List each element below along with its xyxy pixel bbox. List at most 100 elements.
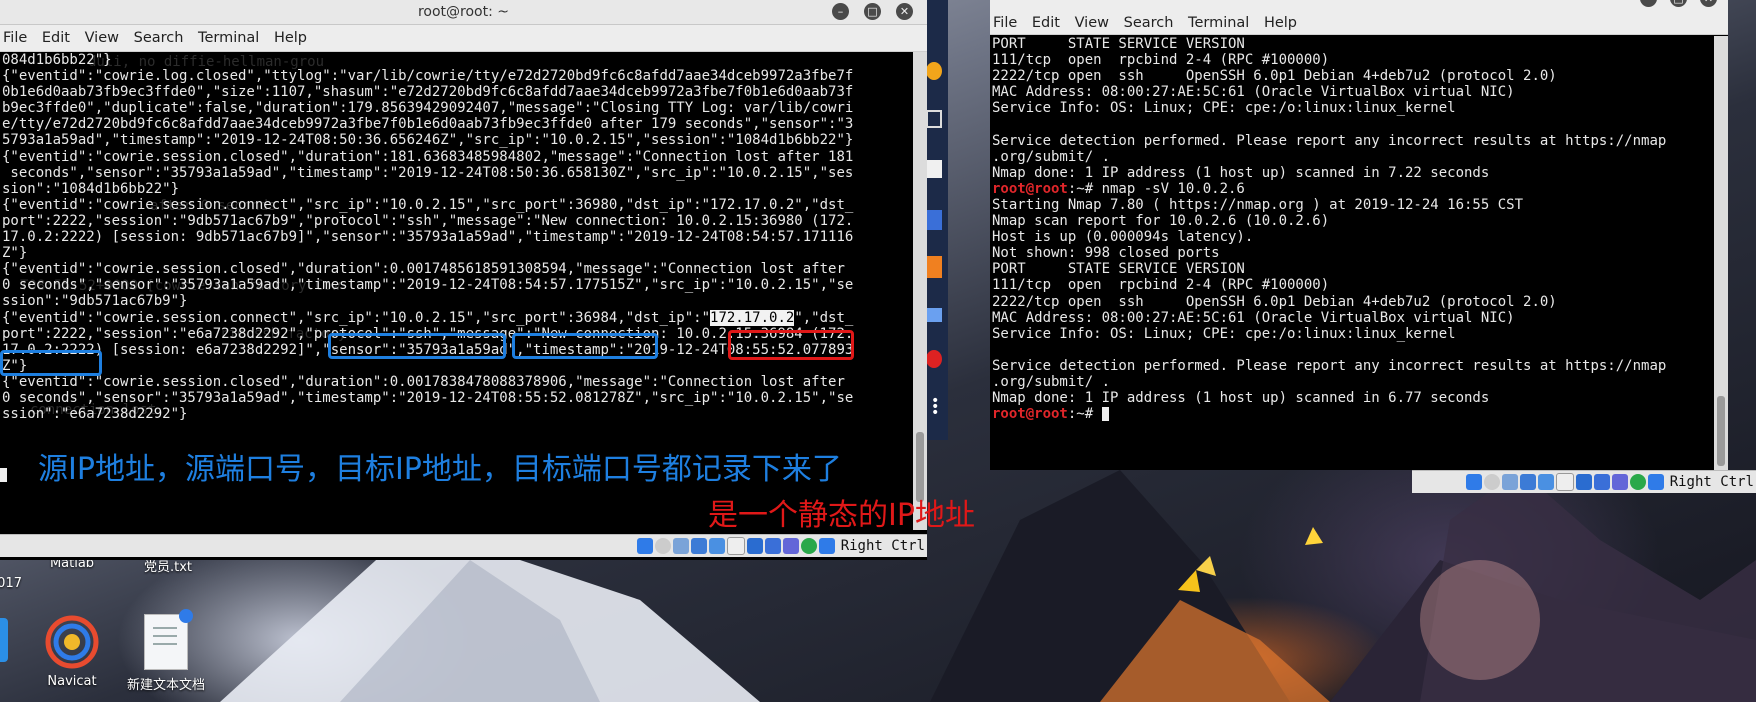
menu-view[interactable]: View	[85, 30, 119, 46]
terminal-line: root@root:~#	[992, 406, 1714, 422]
left-terminal-window[interactable]: root@root: ~ – □ ✕ File Edit View Search…	[0, 0, 927, 560]
desktop-icon-new-text-doc[interactable]: 新建文本文档	[126, 609, 206, 693]
vbox-statusbar: Right Ctrl	[0, 534, 927, 557]
shared-folder-icon[interactable]	[708, 538, 725, 554]
menu-file[interactable]: File	[3, 30, 27, 46]
menu-file[interactable]: File	[993, 15, 1017, 31]
src-port-highlight	[512, 333, 658, 359]
terminal-line: port":2222,"session":"9db571ac67b9","pro…	[2, 212, 854, 229]
terminal-cursor	[1101, 407, 1109, 422]
terminal-text: Service detection performed. Please repo…	[992, 357, 1667, 374]
shell-prompt: root@root	[992, 180, 1068, 197]
menu-help[interactable]: Help	[274, 30, 307, 46]
selected-text: 172.17.0.2	[710, 309, 795, 326]
terminal-line: {"eventid":"cowrie.session.closed","dura…	[2, 261, 845, 278]
terminal-text: .org/submit/ .	[992, 148, 1111, 165]
display-icon[interactable]	[726, 537, 745, 555]
close-button[interactable]: ✕	[896, 3, 913, 20]
usb-icon[interactable]	[1465, 474, 1482, 490]
vbox-icon[interactable]	[782, 538, 799, 554]
terminal-text: 2222/tcp open ssh OpenSSH 6.0p1 Debian 4…	[992, 293, 1557, 310]
scrollbar-thumb[interactable]	[1717, 396, 1725, 466]
network-icon[interactable]	[1519, 474, 1536, 490]
dock-icon[interactable]	[926, 308, 942, 322]
audio-icon[interactable]	[672, 538, 689, 554]
terminal-text: 111/tcp open rpcbind 2-4 (RPC #100000)	[992, 277, 1330, 294]
menu-help[interactable]: Help	[1264, 15, 1297, 31]
terminal-output[interactable]: 084d1b6bb22"} {"eventid":"cowrie.log.clos…	[0, 52, 913, 480]
terminal-line: e/tty/e72d2720bd9fc6c8afdd7aae34dceb9972…	[2, 116, 854, 133]
menubar: File Edit View Search Terminal Help	[0, 25, 927, 52]
terminal-line: Service Info: OS: Linux; CPE: cpe:/o:lin…	[992, 100, 1714, 116]
terminal-text: :~# nmap -sV 10.0.2.6	[1067, 180, 1245, 197]
right-terminal-window[interactable]: File Edit View Search Terminal Help – □ …	[990, 0, 1728, 470]
host-icon[interactable]	[1593, 474, 1610, 490]
terminal-text: .org/submit/ .	[992, 373, 1111, 390]
dock-icon[interactable]	[926, 110, 942, 128]
desktop-icon-partial[interactable]: 017	[0, 576, 22, 591]
menu-terminal[interactable]: Terminal	[198, 30, 259, 46]
navicat-icon	[44, 614, 100, 670]
menu-terminal[interactable]: Terminal	[1188, 15, 1249, 31]
menu-edit[interactable]: Edit	[42, 30, 70, 46]
desktop-icon-navicat[interactable]: Navicat	[32, 614, 112, 689]
minimize-button[interactable]: –	[832, 3, 849, 20]
maximize-button[interactable]: □	[864, 3, 881, 20]
vbox-statusbar: Right Ctrl	[1412, 470, 1756, 493]
menu-view[interactable]: View	[1075, 15, 1109, 31]
terminal-text: Not shown: 998 closed ports	[992, 245, 1220, 262]
audio-icon[interactable]	[1501, 474, 1518, 490]
dock-icon[interactable]	[926, 160, 942, 178]
terminal-text: Starting Nmap 7.80 ( https://nmap.org ) …	[992, 196, 1524, 213]
terminal-scrollbar[interactable]	[913, 52, 927, 530]
terminal-scrollbar[interactable]	[1714, 36, 1728, 470]
terminal-line: Nmap done: 1 IP address (1 host up) scan…	[992, 390, 1714, 406]
desktop-icon-label: Navicat	[47, 674, 97, 689]
terminal-line: 111/tcp open rpcbind 2-4 (RPC #100000)	[992, 277, 1714, 293]
optical-drive-icon[interactable]	[1483, 474, 1500, 490]
terminal-text: Service Info: OS: Linux; CPE: cpe:/o:lin…	[992, 325, 1456, 342]
terminal-line: 5793a1a59ad","timestamp":"2019-12-24T08:…	[2, 132, 854, 149]
terminal-text: Nmap scan report for 10.0.2.6 (10.0.2.6)	[992, 213, 1330, 230]
mouse-integration-icon[interactable]	[800, 538, 817, 554]
terminal-line: 111/tcp open rpcbind 2-4 (RPC #100000)	[992, 52, 1714, 68]
terminal-line: 2222/tcp open ssh OpenSSH 6.0p1 Debian 4…	[992, 294, 1714, 310]
window-titlebar[interactable]: root@root: ~ – □ ✕	[0, 0, 927, 25]
dock-icon[interactable]	[926, 350, 942, 368]
dock-icon[interactable]	[926, 256, 942, 278]
terminal-line: 0b1e6d0aab73fb9ec3ffde0","size":1107,"sh…	[2, 84, 854, 101]
dst-ip-highlight	[728, 330, 854, 360]
dock-icon[interactable]	[926, 210, 942, 230]
optical-drive-icon[interactable]	[654, 538, 671, 554]
terminal-text: MAC Address: 08:00:27:AE:5C:61 (Oracle V…	[992, 84, 1515, 101]
menu-search[interactable]: Search	[134, 30, 184, 46]
terminal-line: Not shown: 998 closed ports	[992, 245, 1714, 261]
terminal-text: Host is up (0.000094s latency).	[992, 229, 1254, 246]
terminal-line: Nmap done: 1 IP address (1 host up) scan…	[992, 165, 1714, 181]
terminal-text: MAC Address: 08:00:27:AE:5C:61 (Oracle V…	[992, 309, 1515, 326]
menu-search[interactable]: Search	[1124, 15, 1174, 31]
video-capture-icon[interactable]	[746, 538, 763, 554]
terminal-line: seconds","sensor":"35793a1a59ad","timest…	[2, 164, 854, 181]
network-icon[interactable]	[690, 538, 707, 554]
usb-icon[interactable]	[636, 538, 653, 554]
display-icon[interactable]	[1555, 473, 1574, 491]
red-annotation: 是一个静态的IP地址	[708, 498, 975, 533]
shared-folder-icon[interactable]	[1537, 474, 1554, 490]
terminal-line: Service detection performed. Please repo…	[992, 358, 1714, 374]
keyboard-capture-icon[interactable]	[818, 538, 835, 554]
terminal-line: {"eventid":"cowrie.session.connect","src…	[2, 196, 854, 213]
host-icon[interactable]	[764, 538, 781, 554]
more-icon[interactable]: • • •	[931, 394, 939, 420]
terminal-output[interactable]: PORT STATE SERVICE VERSION 111/tcp open r…	[990, 36, 1714, 470]
vbox-icon[interactable]	[1611, 474, 1628, 490]
terminal-line: .org/submit/ .	[992, 149, 1714, 165]
menu-edit[interactable]: Edit	[1032, 15, 1060, 31]
dock-icon[interactable]	[926, 62, 942, 80]
keyboard-capture-icon[interactable]	[1647, 474, 1664, 490]
mouse-integration-icon[interactable]	[1629, 474, 1646, 490]
video-capture-icon[interactable]	[1575, 474, 1592, 490]
terminal-line: 2222/tcp open ssh OpenSSH 6.0p1 Debian 4…	[992, 68, 1714, 84]
terminal-line: Service Info: OS: Linux; CPE: cpe:/o:lin…	[992, 326, 1714, 342]
